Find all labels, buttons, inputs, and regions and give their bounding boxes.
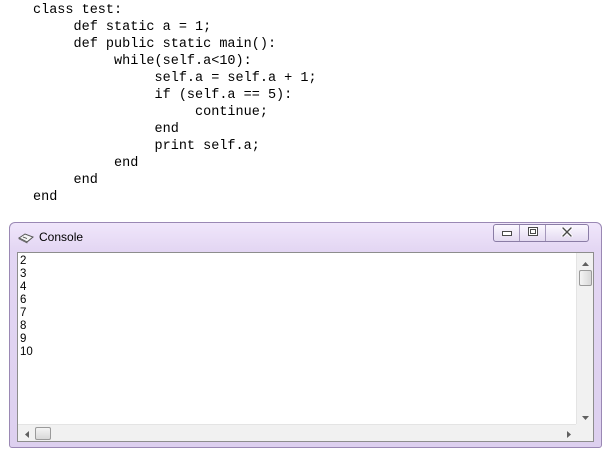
window-controls: [493, 224, 589, 242]
output-line: 8: [20, 320, 27, 332]
code-line: continue;: [33, 105, 268, 120]
vertical-scrollbar[interactable]: [576, 253, 593, 424]
triangle-left-icon: [24, 425, 29, 443]
scroll-corner: [576, 424, 593, 441]
horizontal-scrollbar[interactable]: [18, 424, 577, 441]
console-content: 2 3 4 6 7 8 9 10: [17, 252, 594, 442]
close-button[interactable]: [546, 225, 588, 241]
triangle-down-icon: [582, 407, 589, 425]
output-line: 7: [20, 307, 27, 319]
code-line: def static a = 1;: [33, 20, 212, 35]
scroll-down-button[interactable]: [577, 407, 594, 424]
code-line: end: [33, 156, 139, 171]
console-window: Console 2 3 4 6 7 8 9 10: [9, 222, 602, 448]
output-line: 9: [20, 333, 27, 345]
code-line: print self.a;: [33, 139, 260, 154]
vertical-scroll-thumb[interactable]: [579, 270, 592, 286]
code-line: if (self.a == 5):: [33, 88, 293, 103]
output-line: 3: [20, 268, 27, 280]
console-titlebar[interactable]: Console: [10, 223, 601, 251]
scroll-left-button[interactable]: [18, 425, 35, 442]
code-line: while(self.a<10):: [33, 54, 252, 69]
triangle-up-icon: [582, 253, 589, 271]
scroll-right-button[interactable]: [560, 425, 577, 442]
code-line: end: [33, 190, 58, 205]
console-output[interactable]: 2 3 4 6 7 8 9 10: [18, 253, 577, 424]
code-line: end: [33, 173, 98, 188]
code-line: class test:: [33, 3, 123, 18]
triangle-right-icon: [566, 425, 571, 443]
console-title: Console: [39, 230, 84, 244]
output-line: 10: [20, 346, 33, 358]
maximize-icon: [527, 225, 539, 241]
code-line: end: [33, 122, 179, 137]
minimize-button[interactable]: [494, 225, 520, 241]
close-icon: [561, 225, 573, 241]
horizontal-scroll-thumb[interactable]: [35, 427, 51, 440]
output-line: 2: [20, 255, 27, 267]
code-line: self.a = self.a + 1;: [33, 71, 317, 86]
output-line: 6: [20, 294, 27, 306]
code-line: def public static main():: [33, 37, 277, 52]
scroll-up-button[interactable]: [577, 253, 594, 270]
code-editor[interactable]: class test: def static a = 1; def public…: [0, 0, 607, 216]
console-icon: [18, 231, 34, 244]
maximize-button[interactable]: [520, 225, 546, 241]
output-line: 4: [20, 281, 27, 293]
minimize-icon: [501, 225, 513, 241]
